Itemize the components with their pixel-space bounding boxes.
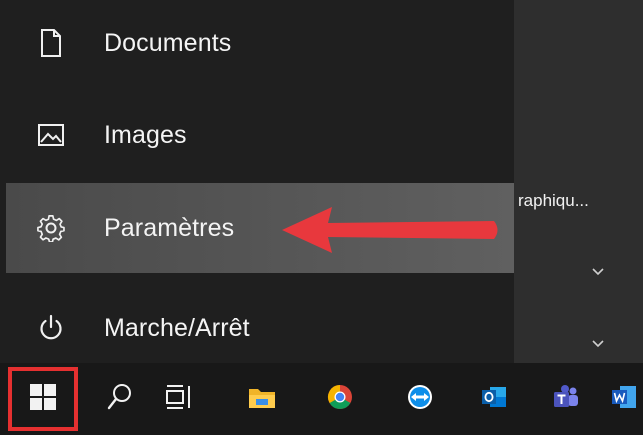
start-button[interactable] xyxy=(8,367,78,431)
taskbar xyxy=(0,363,643,435)
menu-item-documents[interactable]: Documents xyxy=(6,0,514,88)
word-button[interactable] xyxy=(604,363,643,435)
chrome-icon xyxy=(327,384,353,415)
image-icon xyxy=(36,120,66,150)
menu-item-label: Images xyxy=(104,120,187,149)
windows-logo-icon xyxy=(30,383,56,415)
chrome-button[interactable] xyxy=(312,363,368,435)
menu-item-label: Marche/Arrêt xyxy=(104,313,250,342)
chevron-down-icon[interactable] xyxy=(592,268,604,278)
search-button[interactable] xyxy=(92,363,148,435)
teamviewer-button[interactable] xyxy=(392,363,448,435)
task-view-button[interactable] xyxy=(152,363,208,435)
task-view-icon xyxy=(166,384,194,415)
file-explorer-button[interactable] xyxy=(234,363,290,435)
outlook-button[interactable] xyxy=(466,363,522,435)
file-explorer-icon xyxy=(248,385,276,414)
background-panel: raphiqu... xyxy=(512,0,643,363)
power-icon xyxy=(36,313,66,343)
search-icon xyxy=(107,383,133,416)
start-menu-left-column: Documents Images Paramètres Marche/Arrêt xyxy=(0,0,514,363)
red-arrow-annotation xyxy=(282,207,498,253)
word-icon xyxy=(612,384,636,415)
desktop-screen: raphiqu... Documents Images Paramètres M… xyxy=(0,0,643,435)
teamviewer-icon xyxy=(407,384,433,415)
teams-button[interactable] xyxy=(538,363,594,435)
background-partial-text: raphiqu... xyxy=(518,191,589,210)
gear-icon xyxy=(36,213,66,243)
document-icon xyxy=(36,28,66,58)
chevron-down-icon[interactable] xyxy=(592,340,604,350)
menu-item-images[interactable]: Images xyxy=(6,90,514,180)
menu-item-label: Paramètres xyxy=(104,213,235,242)
menu-item-label: Documents xyxy=(104,28,232,57)
menu-item-power[interactable]: Marche/Arrêt xyxy=(6,283,514,373)
teams-icon xyxy=(553,384,579,415)
outlook-icon xyxy=(481,384,507,415)
